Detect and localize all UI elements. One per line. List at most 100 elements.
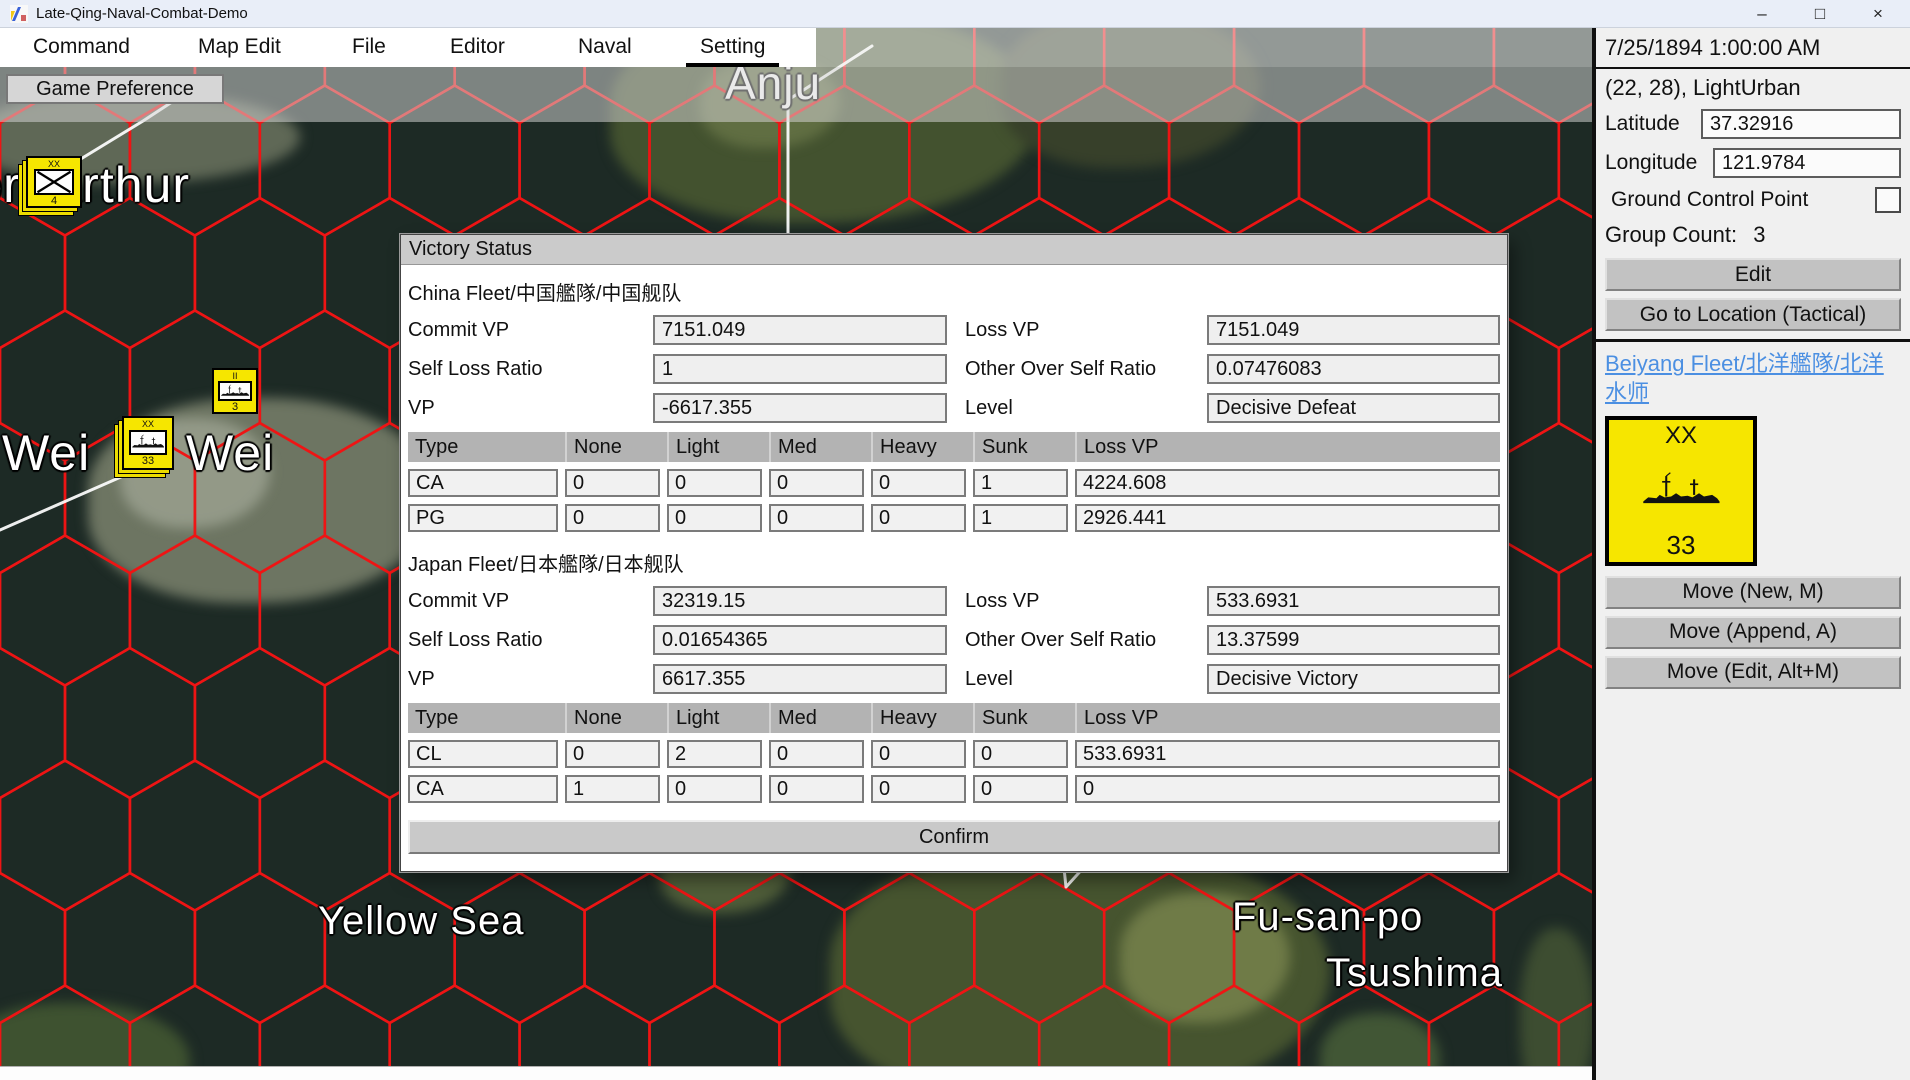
map-label-wei: Wei <box>2 424 90 482</box>
minimize-button[interactable]: – <box>1740 0 1784 28</box>
table-cell: 0 <box>871 740 966 768</box>
unit-size-label: XX <box>48 159 60 169</box>
unit-strength-label: 33 <box>142 455 154 467</box>
japan-commit-vp: 32319.15 <box>653 586 947 616</box>
table-cell: 1 <box>973 469 1068 497</box>
hex-coordinates-terrain: (22, 28), LightUrban <box>1605 75 1901 101</box>
menu-item-setting[interactable]: Setting <box>686 28 779 67</box>
menu-item-command[interactable]: Command <box>33 28 130 67</box>
unit-size-label: XX <box>1665 423 1697 449</box>
victory-status-dialog: Victory Status China Fleet/中国艦隊/中国舰队 Com… <box>400 234 1508 872</box>
japan-level: Decisive Victory <box>1207 664 1500 694</box>
china-commit-vp: 7151.049 <box>653 315 947 345</box>
field-label: Self Loss Ratio <box>408 358 653 381</box>
field-label: Loss VP <box>965 590 1207 613</box>
group-count-value: 3 <box>1753 222 1765 247</box>
ship-symbol-icon <box>129 430 167 455</box>
japan-loss-vp: 533.6931 <box>1207 586 1500 616</box>
table-cell: CA <box>408 775 558 803</box>
field-label: VP <box>408 397 653 420</box>
edit-button[interactable]: Edit <box>1605 258 1901 291</box>
unit-strength-label: 4 <box>51 195 57 207</box>
table-cell: 0 <box>565 504 660 532</box>
column-header: Type <box>408 703 565 733</box>
unit-size-label: XX <box>142 419 154 429</box>
table-cell: 0 <box>973 740 1068 768</box>
field-label: Other Over Self Ratio <box>965 358 1207 381</box>
japan-self-loss-ratio: 0.01654365 <box>653 625 947 655</box>
table-cell: 0 <box>565 469 660 497</box>
move-edit-button[interactable]: Move (Edit, Alt+M) <box>1605 656 1901 689</box>
china-self-loss-ratio: 1 <box>653 354 947 384</box>
goto-location-button[interactable]: Go to Location (Tactical) <box>1605 298 1901 331</box>
confirm-button[interactable]: Confirm <box>408 820 1500 854</box>
table-row: CA 1 0 0 0 0 0 <box>408 775 1500 803</box>
close-button[interactable]: × <box>1856 0 1900 28</box>
field-label: Self Loss Ratio <box>408 629 653 652</box>
menu-item-map-edit[interactable]: Map Edit <box>198 28 281 67</box>
table-cell: 0 <box>973 775 1068 803</box>
table-cell: 0 <box>667 775 762 803</box>
column-header: Heavy <box>871 432 973 462</box>
column-header: Sunk <box>973 432 1075 462</box>
table-cell: 0 <box>769 740 864 768</box>
game-datetime: 7/25/1894 1:00:00 AM <box>1605 35 1901 61</box>
move-new-button[interactable]: Move (New, M) <box>1605 576 1901 609</box>
beiyang-fleet-link[interactable]: Beiyang Fleet/北洋艦隊/北洋水师 <box>1605 349 1901 408</box>
table-row: PG 0 0 0 0 1 2926.441 <box>408 504 1500 532</box>
column-header: Light <box>667 432 769 462</box>
menu-item-editor[interactable]: Editor <box>450 28 505 67</box>
menu-item-naval[interactable]: Naval <box>578 28 632 67</box>
ground-control-point-label: Ground Control Point <box>1605 188 1808 212</box>
title-bar: Late-Qing-Naval-Combat-Demo – □ × <box>0 0 1910 28</box>
table-row: CA 0 0 0 0 1 4224.608 <box>408 469 1500 497</box>
move-append-button[interactable]: Move (Append, A) <box>1605 616 1901 649</box>
table-cell: 533.6931 <box>1075 740 1500 768</box>
japan-other-over-self-ratio: 13.37599 <box>1207 625 1500 655</box>
column-header: Med <box>769 432 871 462</box>
table-cell: 4224.608 <box>1075 469 1500 497</box>
table-cell: 0 <box>769 775 864 803</box>
unit-counter-port-arthur[interactable]: XX 4 <box>26 156 82 208</box>
column-header: Loss VP <box>1075 703 1500 733</box>
china-fleet-name: China Fleet/中国艦隊/中国舰队 <box>408 277 1500 306</box>
unit-counter-patrol[interactable]: II 3 <box>212 368 258 414</box>
latitude-field[interactable] <box>1701 109 1901 139</box>
unit-counter-beiyang-fleet[interactable]: XX 33 <box>122 416 174 470</box>
longitude-field[interactable] <box>1713 148 1901 178</box>
maximize-button[interactable]: □ <box>1798 0 1842 28</box>
table-cell: 1 <box>973 504 1068 532</box>
info-sidebar: 7/25/1894 1:00:00 AM (22, 28), LightUrba… <box>1592 28 1910 1080</box>
table-cell: CA <box>408 469 558 497</box>
infantry-symbol-icon <box>34 169 74 195</box>
china-other-over-self-ratio: 0.07476083 <box>1207 354 1500 384</box>
window-title: Late-Qing-Naval-Combat-Demo <box>36 5 248 22</box>
table-cell: 0 <box>871 504 966 532</box>
table-cell: 0 <box>871 469 966 497</box>
field-label: Commit VP <box>408 590 653 613</box>
japan-fleet-name: Japan Fleet/日本艦隊/日本舰队 <box>408 548 1500 577</box>
table-cell: 0 <box>667 469 762 497</box>
divider <box>1596 67 1910 69</box>
japan-vp: 6617.355 <box>653 664 947 694</box>
field-label: VP <box>408 668 653 691</box>
table-cell: 0 <box>769 469 864 497</box>
column-header: Sunk <box>973 703 1075 733</box>
ground-control-point-checkbox[interactable] <box>1875 187 1901 213</box>
japan-table-header: Type None Light Med Heavy Sunk Loss VP <box>408 703 1500 733</box>
game-preference-button[interactable]: Game Preference <box>6 74 224 104</box>
table-cell: 1 <box>565 775 660 803</box>
horizontal-scrollbar[interactable] <box>0 1066 1592 1080</box>
field-label: Other Over Self Ratio <box>965 629 1207 652</box>
unit-strength-label: 3 <box>232 401 238 413</box>
table-cell: 0 <box>1075 775 1500 803</box>
table-cell: 0 <box>667 504 762 532</box>
selected-unit-counter[interactable]: XX 33 <box>1605 416 1757 566</box>
menu-item-file[interactable]: File <box>352 28 386 67</box>
unit-strength-label: 33 <box>1667 531 1696 559</box>
column-header: Heavy <box>871 703 973 733</box>
dialog-title: Victory Status <box>401 235 1507 265</box>
column-header: None <box>565 432 667 462</box>
map-label-fu-san-po: Fu-san-po <box>1232 895 1423 940</box>
map-label-wei: Wei <box>186 424 274 482</box>
